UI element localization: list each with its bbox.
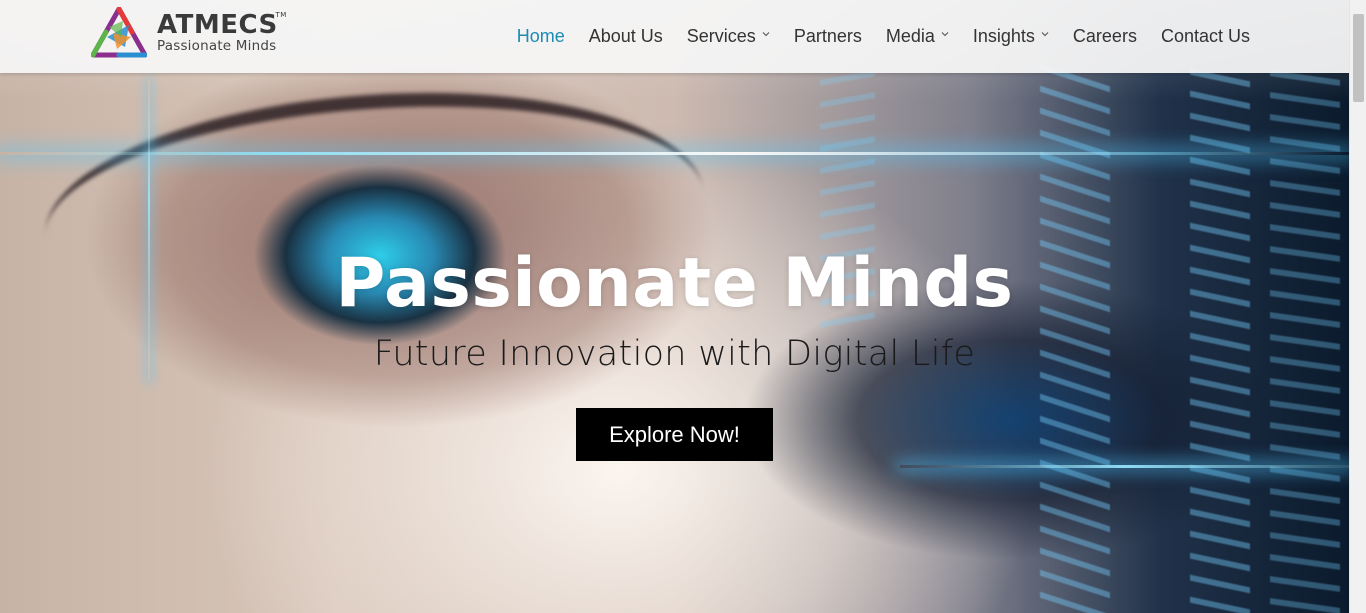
nav-item-label: Home (516, 26, 565, 46)
nav-item-partners[interactable]: Partners (794, 26, 862, 47)
nav-item-label: Media (885, 26, 935, 46)
nav-item-label: Insights (972, 26, 1035, 46)
light-streak (0, 152, 1349, 155)
nav-item-home[interactable]: Home (517, 26, 565, 47)
site-header: ATMECS TM Passionate Minds Home About Us … (0, 0, 1349, 73)
nav-item-insights[interactable]: Insights (973, 26, 1049, 47)
nav-item-services[interactable]: Services (687, 26, 770, 47)
brand-name: ATMECS TM (157, 10, 287, 41)
nav-item-contact-us[interactable]: Contact Us (1161, 26, 1250, 47)
nav-item-label: Careers (1072, 26, 1137, 46)
page-scrollbar[interactable] (1349, 0, 1366, 613)
nav-item-label: Services (686, 26, 756, 46)
nav-item-careers[interactable]: Careers (1073, 26, 1137, 47)
chevron-down-icon (762, 31, 770, 36)
nav-item-label: Partners (793, 26, 862, 46)
nav-item-about-us[interactable]: About Us (589, 26, 663, 47)
atmecs-logo-icon (91, 7, 147, 58)
logo-link[interactable]: ATMECS TM Passionate Minds (91, 7, 287, 59)
hero-section: Passionate Minds Future Innovation with … (0, 240, 1349, 461)
chevron-down-icon (1041, 31, 1049, 36)
main-navigation: Home About Us Services Partners Media In… (493, 0, 1250, 73)
nav-item-label: About Us (588, 26, 663, 46)
chevron-down-icon (941, 31, 949, 36)
nav-item-media[interactable]: Media (886, 26, 949, 47)
hero-subtitle: Future Innovation with Digital Life (373, 334, 976, 374)
nav-item-label: Contact Us (1160, 26, 1250, 46)
light-streak (900, 465, 1349, 468)
brand-tagline: Passionate Minds (157, 38, 277, 55)
hero-title: Passionate Minds (335, 244, 1014, 323)
trademark-mark: TM (275, 11, 287, 20)
scrollbar-thumb[interactable] (1353, 14, 1364, 102)
explore-now-button[interactable]: Explore Now! (576, 408, 773, 461)
